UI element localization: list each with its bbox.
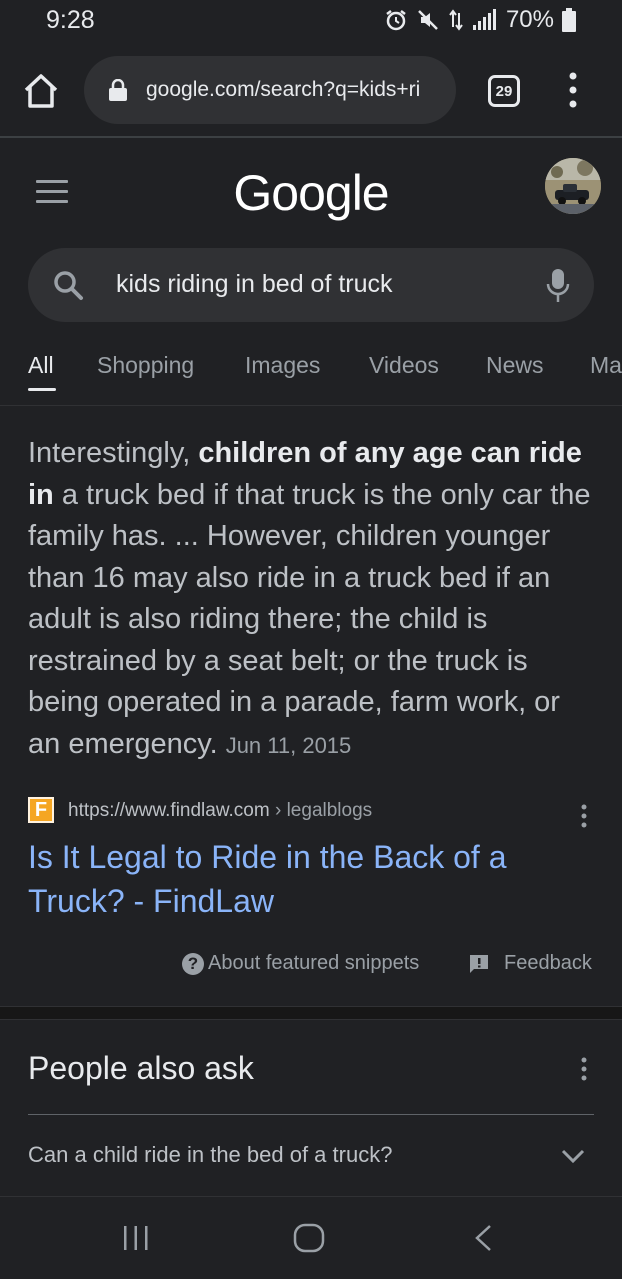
feedback-label: Feedback	[504, 952, 592, 974]
feedback-button[interactable]: Feedback	[468, 952, 592, 975]
tab-videos[interactable]: Videos	[369, 352, 439, 379]
url-bar[interactable]: google.com/search?q=kids+ri	[84, 56, 456, 124]
browser-menu-icon[interactable]	[565, 70, 581, 110]
system-nav-bar	[0, 1196, 622, 1279]
paa-divider	[28, 1114, 594, 1115]
google-header: Google	[0, 140, 622, 250]
favicon-letter: F	[34, 798, 48, 821]
result-more-icon[interactable]	[579, 803, 589, 829]
signal-icon	[472, 9, 496, 30]
lock-icon	[109, 79, 127, 101]
url-text: google.com/search?q=kids+ri	[146, 78, 421, 101]
back-icon[interactable]	[472, 1224, 494, 1252]
data-transfer-icon	[449, 9, 463, 31]
tab-switcher-button[interactable]: 29	[488, 75, 520, 107]
tab-count-label: 29	[495, 82, 513, 100]
status-time: 9:28	[46, 6, 95, 34]
avatar-image	[545, 158, 601, 214]
snippet-text-body: a truck bed if that truck is the only ca…	[28, 478, 591, 760]
search-input[interactable]: kids riding in bed of truck	[116, 270, 393, 299]
tab-news[interactable]: News	[486, 352, 544, 379]
battery-icon	[562, 8, 576, 32]
result-title-link[interactable]: Is It Legal to Ride in the Back of a Tru…	[28, 835, 594, 923]
mic-icon[interactable]	[546, 268, 570, 304]
alarm-icon	[386, 10, 406, 31]
paa-more-icon[interactable]	[579, 1056, 589, 1082]
feedback-icon	[470, 954, 488, 973]
home-icon[interactable]	[22, 72, 60, 110]
tab-all[interactable]: All	[28, 352, 54, 379]
section-divider	[0, 1006, 622, 1020]
nav-home-icon[interactable]	[293, 1223, 325, 1253]
mute-icon	[418, 10, 438, 30]
recent-apps-icon[interactable]	[121, 1225, 151, 1251]
avatar[interactable]	[545, 158, 601, 214]
snippet-meta-row: ? About featured snippets Feedback	[0, 950, 622, 980]
google-logo[interactable]: Google	[0, 164, 622, 222]
search-tabs: All Shopping Images Videos News Ma	[0, 340, 622, 406]
browser-toolbar: google.com/search?q=kids+ri 29	[0, 44, 622, 138]
search-box[interactable]: kids riding in bed of truck	[28, 248, 594, 322]
snippet-source[interactable]: F https://www.findlaw.com › legalblogs	[28, 797, 594, 829]
findlaw-favicon: F	[28, 797, 54, 823]
search-icon[interactable]	[52, 269, 84, 301]
help-icon: ?	[182, 952, 204, 975]
paa-question[interactable]: Can a child ride in the bed of a truck?	[28, 1142, 392, 1168]
active-tab-indicator	[28, 388, 56, 391]
chevron-down-icon[interactable]	[560, 1147, 586, 1165]
featured-snippet-text: Interestingly, children of any age can r…	[28, 433, 598, 766]
snippet-date: Jun 11, 2015	[225, 732, 352, 758]
snippet-text-intro: Interestingly,	[28, 437, 199, 469]
status-bar: 9:28 70%	[0, 0, 622, 44]
tab-shopping[interactable]: Shopping	[97, 352, 194, 379]
about-snippets-label: About featured snippets	[208, 952, 420, 974]
source-url[interactable]: https://www.findlaw.com › legalblogs	[68, 800, 372, 822]
source-domain: https://www.findlaw.com	[68, 800, 270, 821]
tab-maps[interactable]: Ma	[590, 352, 622, 379]
people-also-ask-title: People also ask	[28, 1050, 254, 1086]
status-icons: 70%	[384, 6, 576, 34]
tab-images[interactable]: Images	[245, 352, 320, 379]
about-featured-snippets-link[interactable]: ? About featured snippets	[182, 952, 419, 975]
source-breadcrumb: › legalblogs	[274, 800, 373, 821]
battery-percent: 70%	[505, 6, 554, 33]
